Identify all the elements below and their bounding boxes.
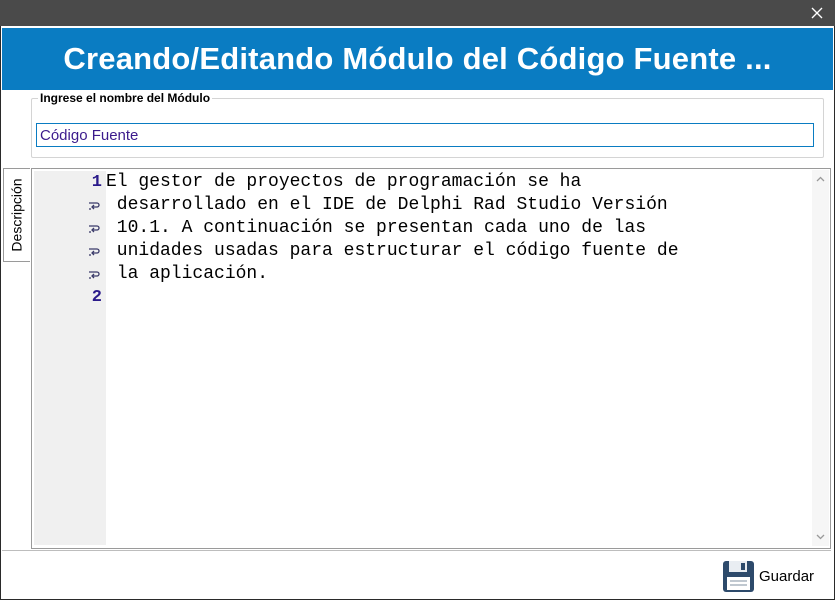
module-name-legend: Ingrese el nombre del Módulo: [38, 91, 213, 105]
text-line: El gestor de proyectos de programación s…: [106, 172, 582, 192]
tab-descripcion-label: Descripción: [9, 178, 26, 252]
text-line: 10.1. A continuación se presentan cada u…: [106, 218, 647, 238]
line-number: 2: [91, 288, 102, 307]
window-titlebar: [0, 0, 835, 26]
close-icon: [811, 7, 823, 19]
save-button[interactable]: Guardar: [722, 558, 814, 594]
line-wrap-icon: [89, 271, 100, 279]
text-line: desarrollado en el IDE de Delphi Rad Stu…: [106, 195, 668, 215]
dialog-header: Creando/Editando Módulo del Código Fuent…: [2, 28, 833, 90]
save-button-label: Guardar: [759, 567, 815, 585]
tab-descripcion[interactable]: Descripción: [3, 168, 30, 262]
line-gutter: 1 2: [34, 171, 106, 545]
line-wrap-icon: [89, 248, 100, 256]
close-button[interactable]: [799, 0, 835, 26]
floppy-disk-icon: [723, 560, 754, 592]
line-number: 1: [91, 173, 102, 192]
scroll-down-icon[interactable]: [816, 534, 825, 540]
line-wrap-icon: [89, 202, 100, 210]
code-area[interactable]: El gestor de proyectos de programación s…: [106, 171, 810, 545]
footer-divider: [2, 550, 831, 551]
module-name-input[interactable]: [36, 123, 814, 147]
vertical-scrollbar[interactable]: [812, 170, 829, 546]
dialog-title: Creando/Editando Módulo del Código Fuent…: [63, 41, 772, 76]
text-line: la aplicación.: [106, 264, 269, 284]
line-wrap-icon: [89, 225, 100, 233]
description-editor[interactable]: 1 2 El gestor de proyectos de programaci…: [31, 168, 831, 549]
module-name-group: Ingrese el nombre del Módulo: [31, 91, 824, 158]
scroll-up-icon[interactable]: [816, 176, 825, 182]
text-line: unidades usadas para estructurar el códi…: [106, 241, 679, 261]
